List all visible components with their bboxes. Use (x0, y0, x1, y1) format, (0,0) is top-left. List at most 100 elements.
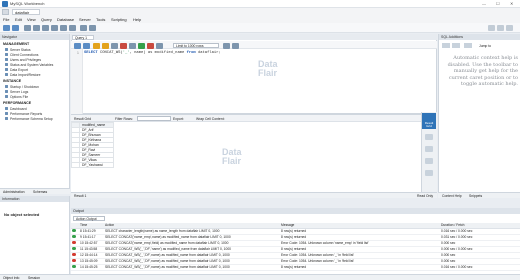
limit-rows-select[interactable]: Limit to 1000 rows (173, 43, 219, 48)
watermark-bottom: Data Flair (222, 147, 242, 166)
editor-gutter: 1 (71, 49, 83, 114)
menu-bar: File Edit View Query Database Server Too… (0, 16, 520, 23)
grid-cell[interactable]: DF_Yashaswi (79, 162, 114, 168)
menu-query[interactable]: Query (41, 17, 52, 22)
output-header: Output (71, 208, 520, 214)
create-table-icon[interactable] (42, 25, 49, 31)
form-editor-icon[interactable] (425, 134, 433, 140)
tab-object-info[interactable]: Object Info (3, 276, 19, 280)
section-instance: INSTANCE (3, 79, 22, 83)
reconnect-icon[interactable] (89, 25, 96, 31)
success-status-icon (72, 234, 76, 239)
schema-setup-icon (5, 117, 8, 120)
sql-table: dataflair; (195, 51, 221, 55)
section-management: MANAGEMENT (3, 42, 30, 46)
field-types-icon[interactable] (425, 146, 433, 152)
inspector-icon[interactable] (24, 25, 31, 31)
export-label: Export: (173, 117, 184, 121)
save-file-icon[interactable] (83, 43, 90, 49)
search-table-data-icon[interactable] (80, 25, 87, 31)
stop-icon[interactable] (120, 43, 127, 49)
connection-tab[interactable]: dataflair (12, 9, 40, 15)
sql-additions-header: SQL Additions (439, 34, 520, 40)
minimize-button[interactable]: — (482, 1, 486, 6)
create-schema-icon[interactable] (33, 25, 40, 31)
help-back-icon[interactable] (442, 43, 450, 48)
auto-help-toggle-icon[interactable] (464, 43, 472, 48)
error-status-icon (72, 252, 76, 257)
find-icon[interactable] (232, 43, 239, 49)
filter-rows-label: Filter Rows: (115, 117, 133, 121)
menu-help[interactable]: Help (133, 17, 141, 22)
menu-edit[interactable]: Edit (15, 17, 22, 22)
context-help-text: Automatic context help is disabled. Use … (447, 55, 518, 87)
tab-snippets[interactable]: Snippets (469, 194, 482, 198)
sql-editor[interactable]: SELECT CONCAT_WS('_', name) as modified_… (84, 51, 221, 55)
help-forward-icon[interactable] (452, 43, 460, 48)
information-panel: Information (0, 196, 70, 280)
tab-session[interactable]: Session (28, 276, 40, 280)
no-object-message: No object selected (4, 212, 40, 217)
toggle-error-icon[interactable] (129, 43, 136, 49)
navigator-tabs: Administration Schemas (0, 188, 70, 194)
connection-tab-bar (0, 8, 520, 16)
explain-icon[interactable] (111, 43, 118, 49)
autocommit-icon[interactable] (156, 43, 163, 49)
line-number: 1 (77, 51, 79, 55)
sql-function: CONCAT_WS( (99, 51, 123, 55)
menu-file[interactable]: File (3, 17, 9, 22)
nav-item-performance-schema-setup[interactable]: Performance Schema Setup (0, 116, 69, 121)
bottom-tab-bar: Object Info Session (0, 274, 520, 280)
action-output-select[interactable]: Action Output (73, 216, 105, 221)
tab-schemas[interactable]: Schemas (33, 190, 47, 194)
execute-current-icon[interactable] (102, 43, 109, 49)
users-icon (5, 58, 8, 61)
query-stats-icon[interactable] (425, 158, 433, 164)
error-status-icon (72, 240, 76, 245)
menu-view[interactable]: View (27, 17, 36, 22)
query-tab[interactable]: Query 1 (72, 35, 94, 40)
output-row[interactable]: 14 15:45:25 SELECT CONCAT_WS('_','DF',na… (71, 264, 520, 271)
result-grid-side-button[interactable]: Result Grid (422, 113, 436, 129)
result-tab-bar: Result 1 Read Only (71, 192, 437, 198)
success-status-icon (72, 264, 76, 269)
close-button[interactable]: ✕ (510, 1, 513, 6)
tab-context-help[interactable]: Context Help (442, 194, 462, 198)
layout-toggle-bottom-icon[interactable] (497, 25, 504, 31)
navigator-panel: Navigator MANAGEMENT Server Status Clien… (0, 34, 70, 192)
maximize-button[interactable]: ☐ (496, 1, 500, 6)
layout-toggle-right-icon[interactable] (506, 25, 513, 31)
beautify-icon[interactable] (223, 43, 230, 49)
row-marker (71, 162, 80, 168)
execution-plan-icon[interactable] (425, 170, 433, 176)
result-toolbar: Result Grid Filter Rows: Export: Wrap Ce… (71, 114, 437, 122)
home-tab[interactable] (2, 9, 9, 15)
filter-rows-input[interactable] (137, 116, 171, 121)
result-grid-label[interactable]: Result Grid (74, 117, 91, 121)
new-sql-tab-icon[interactable] (3, 25, 10, 31)
startup-icon (5, 85, 8, 88)
menu-scripting[interactable]: Scripting (111, 17, 127, 22)
success-status-icon (72, 246, 76, 251)
output-table: Time Action Message Duration / Fetch 8 1… (71, 223, 520, 271)
jump-to-select[interactable]: Jump to (479, 44, 491, 48)
open-sql-script-icon[interactable] (12, 25, 19, 31)
query-tab-bar (71, 34, 437, 40)
layout-toggle-left-icon[interactable] (488, 25, 495, 31)
success-status-icon (72, 228, 76, 233)
create-procedure-icon[interactable] (60, 25, 67, 31)
menu-server[interactable]: Server (79, 17, 91, 22)
commit-icon[interactable] (138, 43, 145, 49)
sql-expression: , name) as modified_name (129, 51, 185, 55)
tab-administration[interactable]: Administration (3, 190, 24, 194)
rollback-icon[interactable] (147, 43, 154, 49)
create-view-icon[interactable] (51, 25, 58, 31)
sql-additions-tabs: Context Help Snippets (438, 192, 520, 198)
section-performance: PERFORMANCE (3, 101, 32, 105)
result-1-tab[interactable]: Result 1 (74, 194, 86, 198)
menu-tools[interactable]: Tools (96, 17, 105, 22)
create-function-icon[interactable] (69, 25, 76, 31)
watermark-top: Data Flair (258, 59, 278, 78)
menu-database[interactable]: Database (57, 17, 74, 22)
execute-icon[interactable] (93, 43, 100, 49)
